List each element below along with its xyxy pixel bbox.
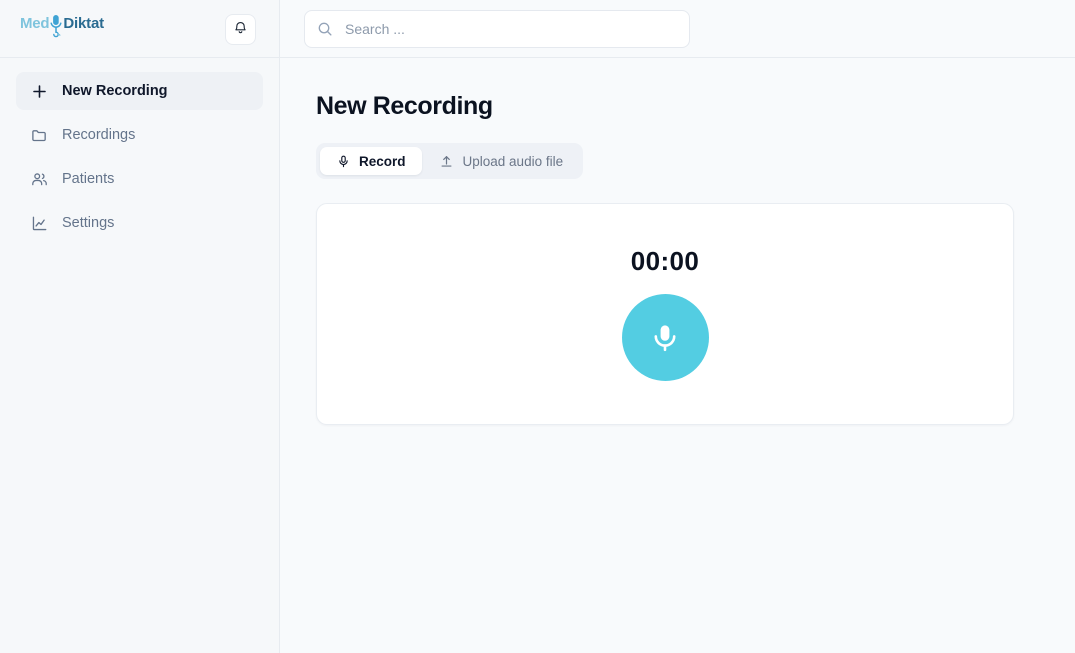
sidebar: Med Diktat (0, 0, 280, 653)
sidebar-nav: New Recording Recordings (0, 58, 279, 242)
mode-tabs: Record Upload audio file (316, 143, 583, 179)
sidebar-item-label: Patients (62, 172, 114, 187)
sidebar-item-label: Settings (62, 216, 114, 231)
content-area: New Recording Record (280, 58, 1075, 653)
record-button[interactable] (622, 294, 709, 381)
search-input[interactable] (304, 10, 690, 48)
upload-icon (440, 154, 454, 168)
sidebar-item-settings[interactable]: Settings (16, 204, 263, 242)
tab-record[interactable]: Record (320, 147, 422, 175)
app-logo[interactable]: Med Diktat (20, 14, 104, 44)
tab-label: Record (359, 154, 406, 169)
activity-chart-icon (30, 214, 48, 232)
sidebar-item-new-recording[interactable]: New Recording (16, 72, 263, 110)
app-root: Med Diktat (0, 0, 1075, 653)
bell-icon (233, 20, 248, 40)
logo-text-diktat: Diktat (63, 14, 103, 34)
search-container (304, 10, 690, 48)
folder-icon (30, 126, 48, 144)
logo-microphone-icon (50, 14, 62, 36)
tab-label: Upload audio file (463, 154, 564, 169)
users-icon (30, 170, 48, 188)
plus-icon (30, 82, 48, 100)
recording-timer: 00:00 (631, 248, 700, 274)
recorder-card: 00:00 (316, 203, 1014, 425)
microphone-icon (648, 320, 682, 354)
tab-upload-audio-file[interactable]: Upload audio file (424, 147, 580, 175)
sidebar-item-recordings[interactable]: Recordings (16, 116, 263, 154)
microphone-icon (336, 154, 350, 168)
sidebar-item-label: New Recording (62, 84, 168, 99)
notifications-button[interactable] (225, 14, 256, 45)
sidebar-item-patients[interactable]: Patients (16, 160, 263, 198)
logo-text-med: Med (20, 14, 49, 34)
page-title: New Recording (316, 92, 1075, 121)
main-area: New Recording Record (280, 0, 1075, 653)
sidebar-item-label: Recordings (62, 128, 135, 143)
topbar (280, 0, 1075, 58)
